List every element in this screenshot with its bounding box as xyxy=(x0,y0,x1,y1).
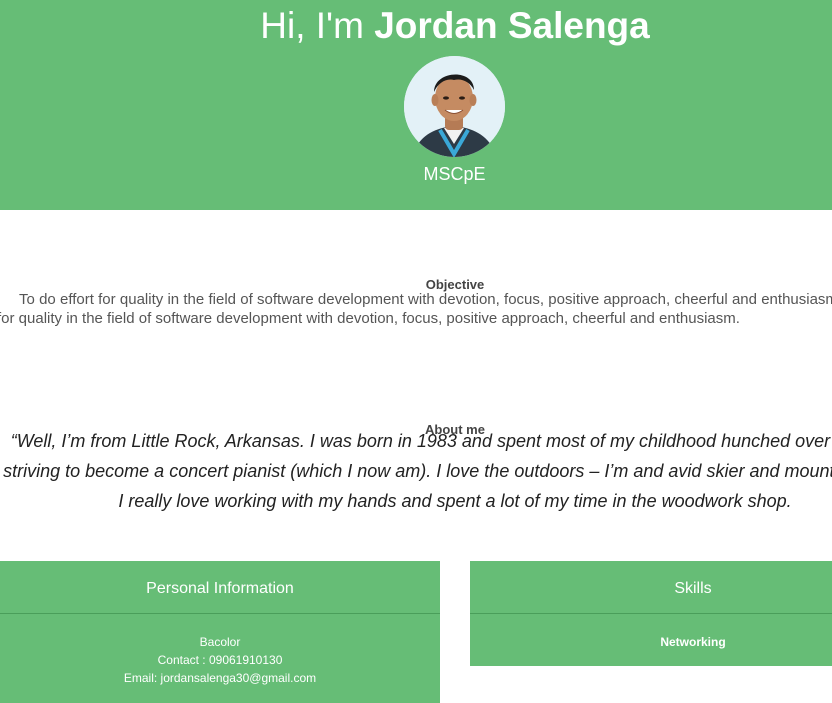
personal-information-card: Personal Information Bacolor Contact : 0… xyxy=(0,561,440,703)
hero-greeting: Hi, I'm xyxy=(260,5,364,46)
skill-item-networking: Networking xyxy=(660,635,726,649)
contact-text: Contact : 09061910130 xyxy=(157,653,283,667)
address-text: Bacolor xyxy=(199,635,241,649)
hero-title: Hi, I'm Jordan Salenga xyxy=(0,4,832,48)
resume-page: Hi, I'm Jordan Salenga MSCpE Objective T… xyxy=(0,0,832,703)
objective-text: To do effort for quality in the field of… xyxy=(0,291,832,327)
personal-information-title: Personal Information xyxy=(0,561,440,614)
hero-name: Jordan Salenga xyxy=(374,5,650,46)
avatar xyxy=(404,56,505,157)
personal-information-body: Bacolor Contact : 09061910130 Email: jor… xyxy=(0,614,440,687)
skills-card: Skills Networking xyxy=(470,561,832,666)
profile-photo-icon xyxy=(404,56,505,157)
email-text: Email: jordansalenga30@gmail.com xyxy=(123,671,317,685)
skills-body: Networking xyxy=(470,614,832,651)
skills-title: Skills xyxy=(470,561,832,614)
hero-banner: Hi, I'm Jordan Salenga MSCpE xyxy=(0,0,832,210)
degree-label: MSCpE xyxy=(423,164,486,184)
about-text: “Well, I’m from Little Rock, Arkansas. I… xyxy=(3,431,832,511)
